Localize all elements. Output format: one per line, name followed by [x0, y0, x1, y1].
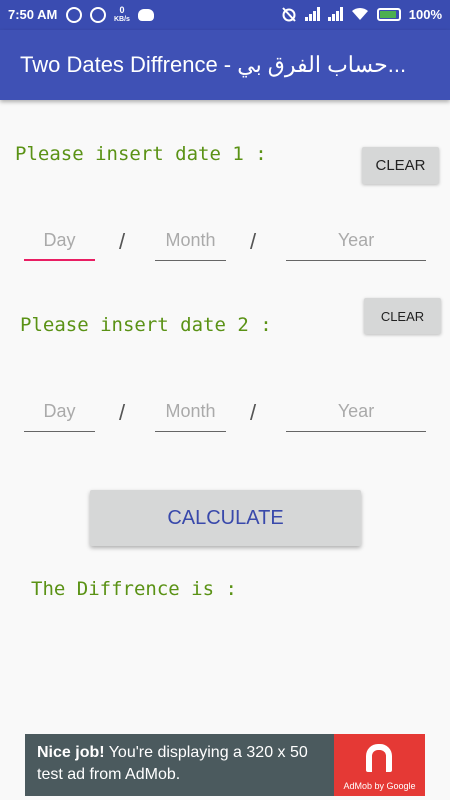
date1-separator: /: [250, 229, 257, 254]
date2-clear-button[interactable]: CLEAR: [364, 298, 441, 334]
app-title: Two Dates Diffrence - حساب الفرق بي...: [20, 52, 407, 77]
result-label: The Diffrence is :: [31, 578, 237, 600]
date2-day-input[interactable]: Day: [24, 396, 95, 432]
status-time: 7:50 AM: [8, 7, 58, 22]
date2-separator: /: [119, 400, 126, 425]
ad-banner[interactable]: Nice job! You're displaying a 320 x 50 t…: [25, 734, 425, 796]
status-left-icons: 0 KB/s: [66, 6, 154, 24]
battery-icon: [376, 7, 401, 21]
signal-icon: [327, 7, 343, 21]
battery-percent: 100%: [408, 6, 442, 22]
date1-year-input[interactable]: Year: [286, 225, 426, 261]
signal-icon: [304, 7, 320, 21]
ad-text: Nice job! You're displaying a 320 x 50 t…: [37, 742, 337, 786]
cat-icon: [137, 9, 154, 21]
date2-separator: /: [250, 400, 257, 425]
date2-prompt: Please insert date 2 :: [20, 314, 272, 336]
admob-caption: AdMob by Google: [343, 781, 416, 791]
status-right-icons: 100%: [281, 6, 442, 22]
date1-month-input[interactable]: Month: [155, 225, 226, 261]
sync-icon: [90, 7, 106, 23]
app-bar: Two Dates Diffrence - حساب الفرق بي...: [0, 30, 450, 100]
date2-year-input[interactable]: Year: [286, 396, 426, 432]
date2-month-input[interactable]: Month: [155, 396, 226, 432]
status-bar: 7:50 AM 0 KB/s 100%: [0, 0, 450, 30]
date1-day-input[interactable]: Day: [24, 225, 95, 261]
ad-headline: Nice job!: [37, 744, 105, 761]
net-speed-value: 0: [119, 5, 125, 15]
net-speed-unit: KB/s: [114, 16, 130, 23]
admob-icon: [366, 744, 392, 772]
alarm-off-icon: [282, 7, 296, 22]
sync-icon: [66, 7, 82, 23]
network-speed-icon: 0 KB/s: [114, 6, 130, 24]
admob-logo: AdMob by Google: [334, 734, 425, 796]
calculate-button[interactable]: CALCULATE: [90, 490, 361, 546]
date1-prompt: Please insert date 1 :: [15, 143, 267, 165]
date1-separator: /: [119, 229, 126, 254]
date1-clear-button[interactable]: CLEAR: [362, 147, 439, 184]
wifi-icon: [351, 7, 368, 20]
